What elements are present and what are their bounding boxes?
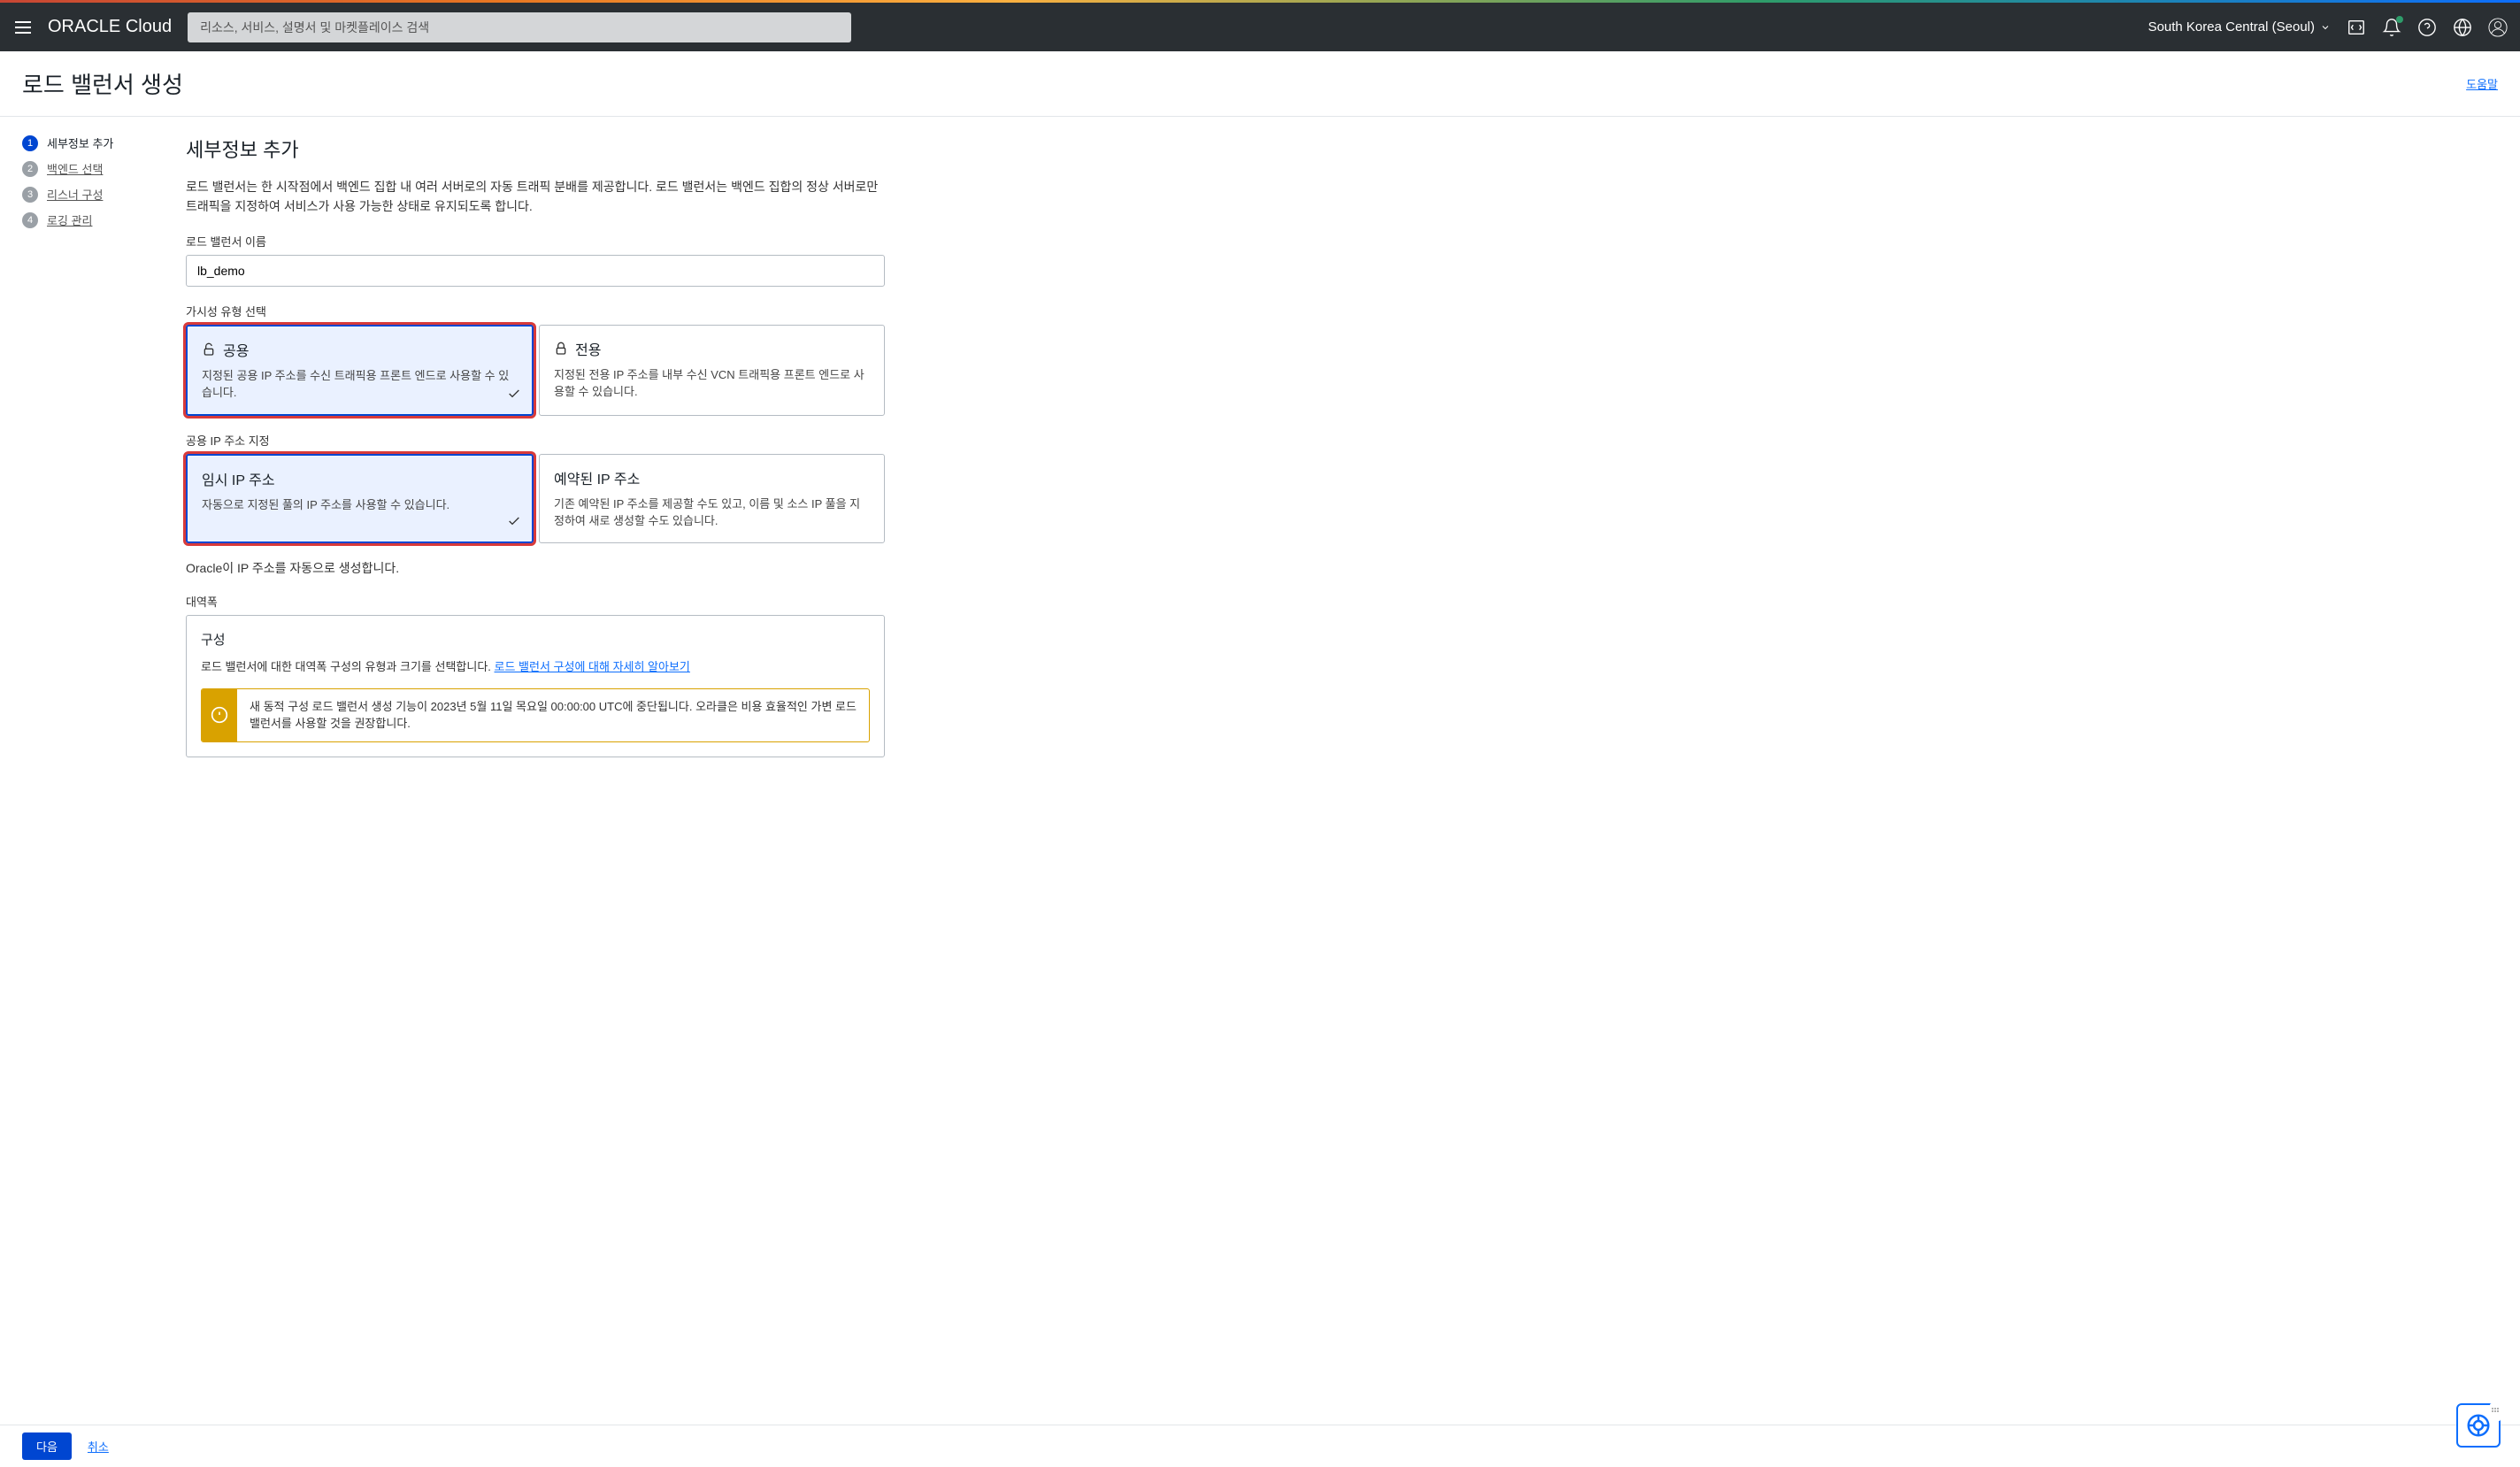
check-icon [507, 387, 521, 405]
footer: 다음 취소 [0, 1425, 2520, 1467]
bandwidth-label: 대역폭 [186, 593, 911, 610]
visibility-private-card[interactable]: 전용 지정된 전용 IP 주소를 내부 수신 VCN 트래픽용 프론트 엔드로 … [539, 325, 885, 416]
chevron-down-icon [2320, 22, 2331, 33]
card-title-text: 임시 IP 주소 [202, 468, 275, 489]
globe-icon[interactable] [2453, 18, 2472, 37]
step-label: 리스너 구성 [47, 186, 103, 203]
step-number: 3 [22, 187, 38, 203]
card-description: 자동으로 지정된 풀의 IP 주소를 사용할 수 있습니다. [202, 496, 518, 514]
search-bar [188, 12, 851, 42]
visibility-public-card[interactable]: 공용 지정된 공용 IP 주소를 수신 트래픽용 프론트 엔드로 사용할 수 있… [186, 325, 534, 416]
name-label: 로드 밸런서 이름 [186, 233, 911, 250]
card-description: 기존 예약된 IP 주소를 제공할 수도 있고, 이름 및 소스 IP 풀을 지… [554, 495, 870, 530]
search-input[interactable] [188, 12, 851, 42]
step-4[interactable]: 4 로깅 관리 [22, 211, 177, 228]
section-title: 세부정보 추가 [186, 134, 911, 163]
step-number: 4 [22, 212, 38, 228]
oracle-cloud-logo[interactable]: ORACLE Cloud [48, 17, 172, 37]
floating-help-button[interactable] [2456, 1403, 2501, 1448]
main-content: 세부정보 추가 로드 밸런서는 한 시작점에서 백엔드 집합 내 여러 서버로의… [186, 117, 1230, 846]
bandwidth-config-box: 구성 로드 밸런서에 대한 대역폭 구성의 유형과 크기를 선택합니다. 로드 … [186, 615, 885, 757]
visibility-label: 가시성 유형 선택 [186, 303, 911, 319]
step-number: 2 [22, 161, 38, 177]
hamburger-menu-icon[interactable] [12, 17, 34, 38]
ip-reserved-card[interactable]: 예약된 IP 주소 기존 예약된 IP 주소를 제공할 수도 있고, 이름 및 … [539, 454, 885, 543]
help-icon[interactable] [2417, 18, 2437, 37]
warning-icon [202, 689, 237, 741]
lb-name-input[interactable] [186, 255, 885, 287]
floating-dots-icon [2490, 1403, 2501, 1421]
card-title-text: 예약된 IP 주소 [554, 467, 640, 488]
step-2[interactable]: 2 백엔드 선택 [22, 160, 177, 177]
config-learn-more-link[interactable]: 로드 밸런서 구성에 대해 자세히 알아보기 [495, 660, 690, 673]
config-description: 로드 밸런서에 대한 대역폭 구성의 유형과 크기를 선택합니다. 로드 밸런서… [201, 657, 870, 674]
warning-banner: 새 동적 구성 로드 밸런서 생성 기능이 2023년 5월 11일 목요일 0… [201, 688, 870, 742]
step-label: 백엔드 선택 [47, 160, 103, 177]
page-title: 로드 밸런서 생성 [22, 67, 183, 100]
ip-ephemeral-card[interactable]: 임시 IP 주소 자동으로 지정된 풀의 IP 주소를 사용할 수 있습니다. [186, 454, 534, 543]
warning-text: 새 동적 구성 로드 밸런서 생성 기능이 2023년 5월 11일 목요일 0… [237, 689, 869, 741]
lock-icon [554, 342, 568, 356]
card-description: 지정된 전용 IP 주소를 내부 수신 VCN 트래픽용 프론트 엔드로 사용할… [554, 366, 870, 401]
profile-icon[interactable] [2488, 18, 2508, 37]
step-label: 세부정보 추가 [47, 134, 113, 151]
help-link[interactable]: 도움말 [2466, 75, 2498, 92]
next-button[interactable]: 다음 [22, 1432, 72, 1460]
wizard-steps-sidebar: 1 세부정보 추가 2 백엔드 선택 3 리스너 구성 4 로깅 관리 [0, 117, 186, 846]
notifications-icon[interactable] [2382, 18, 2401, 37]
region-label: South Korea Central (Seoul) [2148, 19, 2315, 35]
cancel-button[interactable]: 취소 [88, 1438, 109, 1455]
step-1[interactable]: 1 세부정보 추가 [22, 134, 177, 151]
region-selector[interactable]: South Korea Central (Seoul) [2148, 19, 2331, 35]
dev-tools-icon[interactable] [2347, 18, 2366, 37]
logo-thin: Cloud [126, 17, 172, 36]
config-title: 구성 [201, 630, 870, 649]
card-title-text: 공용 [223, 339, 249, 360]
ip-info-text: Oracle이 IP 주소를 자동으로 생성합니다. [186, 559, 911, 577]
title-bar: 로드 밸런서 생성 도움말 [0, 51, 2520, 117]
header: ORACLE Cloud South Korea Central (Seoul) [0, 3, 2520, 51]
step-label: 로깅 관리 [47, 211, 92, 228]
card-title-text: 전용 [575, 338, 601, 359]
step-3[interactable]: 3 리스너 구성 [22, 186, 177, 203]
check-icon [507, 514, 521, 533]
step-number: 1 [22, 135, 38, 151]
ip-label: 공용 IP 주소 지정 [186, 432, 911, 449]
card-description: 지정된 공용 IP 주소를 수신 트래픽용 프론트 엔드로 사용할 수 있습니다… [202, 367, 518, 402]
unlock-icon [202, 342, 216, 357]
notification-dot [2396, 16, 2403, 23]
section-description: 로드 밸런서는 한 시작점에서 백엔드 집합 내 여러 서버로의 자동 트래픽 … [186, 177, 885, 217]
logo-bold: ORACLE [48, 17, 120, 36]
